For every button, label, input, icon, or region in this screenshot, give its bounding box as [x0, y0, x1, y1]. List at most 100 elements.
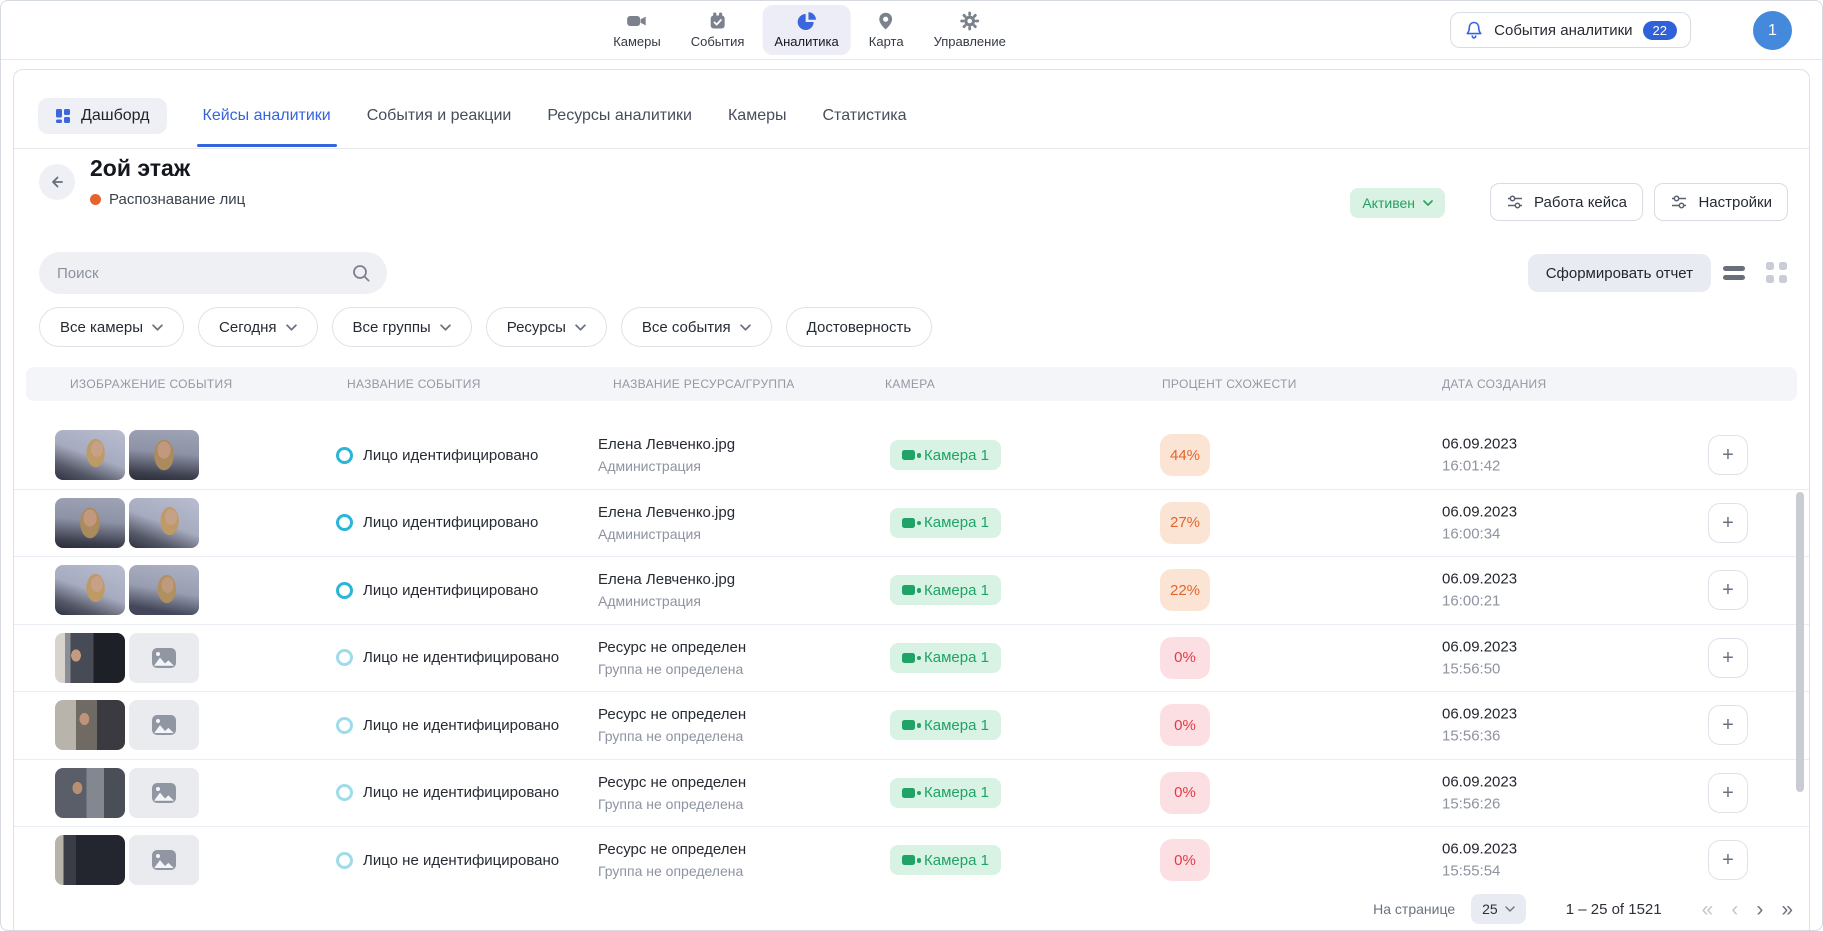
event-name: Лицо идентифицировано [363, 514, 538, 531]
event-date: 06.09.2023 [1442, 841, 1517, 858]
table-row[interactable]: Лицо не идентифицировано Ресурс не опред… [14, 827, 1809, 895]
event-name: Лицо идентифицировано [363, 582, 538, 599]
event-images-cell [55, 692, 199, 759]
filter-resources[interactable]: Ресурсы [486, 307, 607, 347]
event-photo-2[interactable] [129, 565, 199, 615]
add-button[interactable]: + [1708, 638, 1748, 678]
content-card: Дашборд Кейсы аналитики События и реакци… [13, 69, 1810, 930]
event-photo-1[interactable] [55, 498, 125, 548]
user-avatar[interactable]: 1 [1753, 11, 1792, 50]
grid-view-icon[interactable] [1766, 262, 1788, 284]
nav-label: Аналитика [774, 34, 838, 49]
tab-statistics[interactable]: Статистика [822, 85, 906, 147]
settings-button[interactable]: Настройки [1654, 183, 1788, 221]
event-photo-1[interactable] [55, 633, 125, 683]
table-row[interactable]: Лицо не идентифицировано Ресурс не опред… [14, 760, 1809, 828]
table-row[interactable]: Лицо не идентифицировано Ресурс не опред… [14, 692, 1809, 760]
app-window: Камеры События Аналитика Карта [0, 0, 1823, 931]
event-photo-2[interactable] [129, 768, 199, 818]
filter-confidence[interactable]: Достоверность [786, 307, 933, 347]
per-page-select[interactable]: 25 [1471, 894, 1526, 924]
event-photo-1[interactable] [55, 430, 125, 480]
camera-badge[interactable]: Камера 1 [890, 710, 1001, 740]
filter-all-cameras[interactable]: Все камеры [39, 307, 184, 347]
bell-icon [1464, 20, 1484, 40]
resource-cell: Елена Левченко.jpg Администрация [598, 504, 735, 542]
camera-badge[interactable]: Камера 1 [890, 440, 1001, 470]
event-photo-1[interactable] [55, 565, 125, 615]
list-view-icon[interactable] [1723, 262, 1745, 284]
nav-item-analytics[interactable]: Аналитика [762, 5, 850, 55]
camera-badge[interactable]: Камера 1 [890, 778, 1001, 808]
event-photo-2[interactable] [129, 835, 199, 885]
event-photo-2[interactable] [129, 633, 199, 683]
add-button[interactable]: + [1708, 435, 1748, 475]
add-button[interactable]: + [1708, 773, 1748, 813]
resource-name: Ресурс не определен [598, 639, 746, 656]
case-type-label: Распознавание лиц [109, 191, 245, 208]
camera-badge[interactable]: Камера 1 [890, 845, 1001, 875]
add-button[interactable]: + [1708, 705, 1748, 745]
pagination-bar: На странице 25 1 – 25 of 1521 « ‹ › » [14, 888, 1809, 930]
first-page-button[interactable]: « [1702, 899, 1714, 920]
filter-all-events[interactable]: Все события [621, 307, 772, 347]
analytics-events-button[interactable]: События аналитики 22 [1450, 12, 1691, 48]
next-page-button[interactable]: › [1756, 899, 1763, 920]
event-type-icon [336, 784, 353, 801]
tab-analytics-resources[interactable]: Ресурсы аналитики [547, 85, 692, 147]
search-icon[interactable] [351, 263, 371, 283]
tab-cameras[interactable]: Камеры [728, 85, 787, 147]
prev-page-button[interactable]: ‹ [1731, 899, 1738, 920]
filter-all-groups[interactable]: Все группы [332, 307, 472, 347]
generate-report-button[interactable]: Сформировать отчет [1528, 254, 1711, 292]
table-row[interactable]: Лицо идентифицировано Елена Левченко.jpg… [14, 557, 1809, 625]
add-button[interactable]: + [1708, 503, 1748, 543]
camera-badge[interactable]: Камера 1 [890, 508, 1001, 538]
nav-item-management[interactable]: Управление [922, 5, 1018, 55]
pie-chart-icon [797, 11, 817, 31]
add-button[interactable]: + [1708, 570, 1748, 610]
event-name-cell: Лицо не идентифицировано [336, 692, 559, 759]
event-photo-1[interactable] [55, 768, 125, 818]
back-button[interactable] [39, 164, 75, 200]
table-row[interactable]: Лицо не идентифицировано Ресурс не опред… [14, 625, 1809, 693]
event-photo-1[interactable] [55, 835, 125, 885]
camera-label: Камера 1 [924, 784, 989, 801]
similarity-cell: 0% [1160, 692, 1210, 759]
chevron-down-icon [575, 324, 586, 331]
tab-events-reactions[interactable]: События и реакции [367, 85, 512, 147]
camera-cell: Камера 1 [890, 557, 1001, 624]
event-photo-1[interactable] [55, 700, 125, 750]
search-input[interactable] [55, 264, 351, 283]
camera-badge[interactable]: Камера 1 [890, 643, 1001, 673]
event-name-cell: Лицо идентифицировано [336, 557, 538, 624]
table-row[interactable]: Лицо идентифицировано Елена Левченко.jpg… [14, 422, 1809, 490]
nav-item-cameras[interactable]: Камеры [601, 5, 673, 55]
event-photo-2[interactable] [129, 430, 199, 480]
filter-today[interactable]: Сегодня [198, 307, 318, 347]
camera-cell: Камера 1 [890, 422, 1001, 489]
event-time: 16:00:34 [1442, 525, 1517, 542]
event-photo-2[interactable] [129, 700, 199, 750]
camera-badge[interactable]: Камера 1 [890, 575, 1001, 605]
resource-cell: Елена Левченко.jpg Администрация [598, 436, 735, 474]
nav-item-map[interactable]: Карта [857, 5, 916, 55]
pager: « ‹ › » [1702, 899, 1793, 920]
resource-group: Администрация [598, 593, 735, 609]
nav-item-events[interactable]: События [679, 5, 757, 55]
similarity-cell: 22% [1160, 557, 1210, 624]
tab-analytics-cases[interactable]: Кейсы аналитики [203, 85, 331, 147]
case-work-button[interactable]: Работа кейса [1490, 183, 1643, 221]
table-row[interactable]: Лицо идентифицировано Елена Левченко.jpg… [14, 490, 1809, 558]
events-count-badge: 22 [1643, 21, 1677, 40]
scrollbar-thumb[interactable] [1796, 492, 1804, 792]
similarity-cell: 0% [1160, 625, 1210, 692]
add-button[interactable]: + [1708, 840, 1748, 880]
last-page-button[interactable]: » [1781, 899, 1793, 920]
tab-dashboard[interactable]: Дашборд [38, 98, 167, 134]
event-name: Лицо не идентифицировано [363, 717, 559, 734]
event-photo-2[interactable] [129, 498, 199, 548]
resource-group: Группа не определена [598, 796, 746, 812]
column-event-image: ИЗОБРАЖЕНИЕ СОБЫТИЯ [70, 367, 232, 401]
status-dropdown[interactable]: Активен [1350, 188, 1445, 218]
